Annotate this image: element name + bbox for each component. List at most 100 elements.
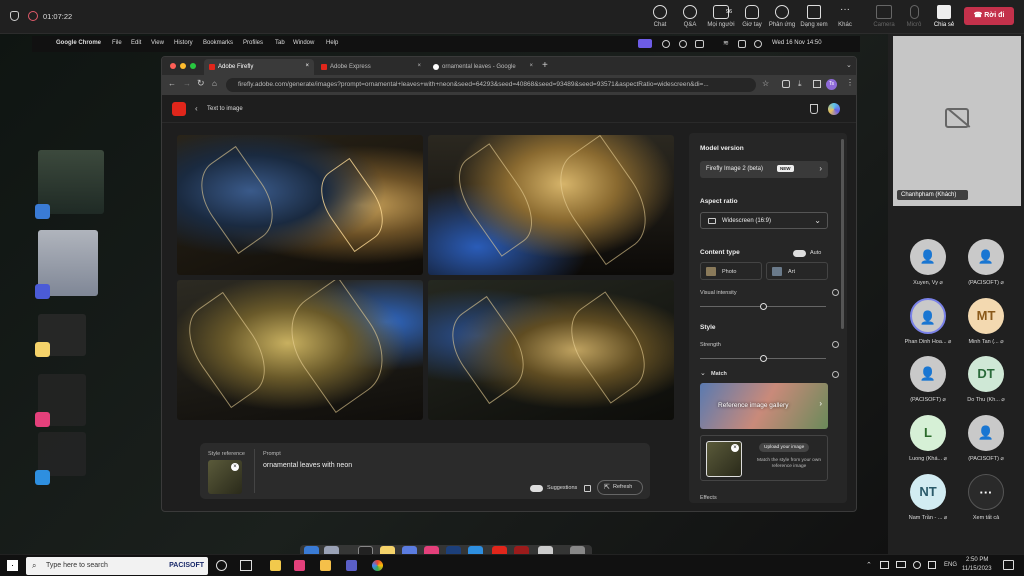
status-icon[interactable] xyxy=(679,40,687,48)
control-center-icon[interactable] xyxy=(738,40,746,48)
style-reference-thumbnail[interactable]: × xyxy=(208,460,242,494)
presenter-video-tile[interactable]: Chanhpham (Khách) xyxy=(893,36,1021,206)
close-tab-icon[interactable]: × xyxy=(305,63,309,69)
generated-image-4[interactable] xyxy=(428,280,674,420)
address-bar[interactable]: firefly.adobe.com/generate/images?prompt… xyxy=(226,78,756,92)
sidebar-icon[interactable] xyxy=(813,80,821,88)
back-chevron-icon[interactable]: ‹ xyxy=(195,104,198,113)
taskbar-date[interactable]: 11/15/2023 xyxy=(962,566,992,572)
battery-icon[interactable] xyxy=(896,561,906,568)
info-icon[interactable] xyxy=(832,289,839,296)
model-version-selector[interactable]: Firefly Image 2 (beta) NEW › xyxy=(700,161,828,178)
remove-reference-icon[interactable]: × xyxy=(231,463,239,471)
participant-tile[interactable]: 👤 Phan Dinh Hoa... ⌀ xyxy=(898,298,958,345)
network-icon[interactable] xyxy=(880,561,889,569)
bookmark-star-icon[interactable]: ☆ xyxy=(762,79,769,88)
participant-tile[interactable]: 👤 Xuyen, Vy ⌀ xyxy=(898,239,958,286)
reload-icon[interactable]: ↻ xyxy=(197,78,205,89)
menu-file[interactable]: File xyxy=(112,40,122,46)
see-all-button[interactable]: ··· Xem tất cả xyxy=(956,474,1016,521)
slider-handle[interactable] xyxy=(760,355,767,362)
generated-image-3[interactable] xyxy=(177,280,423,420)
back-to-text-to-image[interactable]: Text to image xyxy=(207,106,243,112)
zoom-window-icon[interactable] xyxy=(190,63,196,69)
file-explorer-icon[interactable] xyxy=(320,560,331,571)
menu-help[interactable]: Help xyxy=(326,40,338,46)
taskbar-time[interactable]: 2:50 PM xyxy=(966,557,988,563)
participant-tile[interactable]: MT Minh Tan (... ⌀ xyxy=(956,298,1016,345)
leave-button[interactable]: ☎ Rời đi xyxy=(964,7,1014,25)
remove-reference-icon[interactable]: × xyxy=(731,444,739,452)
generated-image-1[interactable] xyxy=(177,135,423,275)
reference-gallery-button[interactable]: Reference image gallery › xyxy=(700,383,828,429)
share-button[interactable]: Chia sẻ xyxy=(926,5,962,28)
menu-profiles[interactable]: Profiles xyxy=(243,40,263,46)
menu-bookmarks[interactable]: Bookmarks xyxy=(203,40,233,46)
wifi-icon[interactable] xyxy=(913,561,921,569)
reactions-button[interactable]: Phản ứng xyxy=(764,5,800,28)
participant-tile[interactable]: NT Nam Trần - ... ⌀ xyxy=(898,474,958,521)
new-tab-icon[interactable]: + xyxy=(542,60,548,71)
cortana-icon[interactable] xyxy=(216,560,227,571)
participant-tile[interactable]: L Luong (Khá... ⌀ xyxy=(898,415,958,462)
language-indicator[interactable]: ENG xyxy=(944,562,957,568)
siri-icon[interactable] xyxy=(754,40,762,48)
participant-tile[interactable]: DT Do Thu (Kh... ⌀ xyxy=(956,356,1016,403)
tab-search-chevron-icon[interactable]: ⌄ xyxy=(846,61,852,69)
refresh-button[interactable]: ⇱ Refresh xyxy=(597,480,643,495)
info-icon[interactable] xyxy=(832,341,839,348)
menu-edit[interactable]: Edit xyxy=(131,40,141,46)
tab-adobe-firefly[interactable]: Adobe Firefly × xyxy=(204,59,314,75)
generated-image-2[interactable] xyxy=(428,135,674,275)
close-window-icon[interactable] xyxy=(170,63,176,69)
profile-avatar[interactable]: Ts xyxy=(826,79,837,90)
participant-tile[interactable]: 👤 (PACISOFT) ⌀ xyxy=(956,415,1016,462)
menu-tab[interactable]: Tab xyxy=(275,40,285,46)
uploaded-reference-thumbnail[interactable]: × xyxy=(706,441,742,477)
photo-option[interactable]: Photo xyxy=(700,262,762,280)
visual-intensity-slider[interactable] xyxy=(700,303,826,310)
forward-icon[interactable]: → xyxy=(183,79,191,88)
extensions-icon[interactable] xyxy=(782,80,790,88)
screen-share-status-icon[interactable] xyxy=(638,39,652,48)
kebab-menu-icon[interactable]: ⋮ xyxy=(846,78,854,87)
info-icon[interactable] xyxy=(832,371,839,378)
auto-toggle[interactable] xyxy=(793,250,806,257)
participant-tile[interactable]: 👤 (PACISOFT) ⌀ xyxy=(898,356,958,403)
menu-window[interactable]: Window xyxy=(293,40,314,46)
volume-icon[interactable] xyxy=(928,561,936,569)
menu-view[interactable]: View xyxy=(151,40,164,46)
taskbar-search[interactable]: ⌕ Type here to search PACISOFT xyxy=(26,557,208,575)
teams-icon[interactable] xyxy=(346,560,357,571)
adobe-logo-icon[interactable] xyxy=(172,102,186,116)
user-avatar[interactable] xyxy=(828,103,840,115)
menubar-clock[interactable]: Wed 16 Nov 14:50 xyxy=(772,40,822,46)
flask-icon[interactable] xyxy=(810,104,818,114)
suggestions-info-icon[interactable] xyxy=(584,485,591,492)
tray-chevron-icon[interactable]: ⌃ xyxy=(866,561,872,569)
effects-label[interactable]: Effects xyxy=(700,495,717,501)
chrome-icon[interactable] xyxy=(372,560,383,571)
windows-start-icon[interactable] xyxy=(7,560,18,571)
download-icon[interactable]: ⤓ xyxy=(798,79,802,89)
back-icon[interactable]: ← xyxy=(168,79,176,88)
close-tab-icon[interactable]: × xyxy=(529,63,533,69)
aspect-ratio-dropdown[interactable]: Widescreen (16:9) ⌄ xyxy=(700,212,828,229)
match-chevron-icon[interactable]: ⌄ xyxy=(700,369,706,377)
menu-app-name[interactable]: Google Chrome xyxy=(56,40,101,46)
close-tab-icon[interactable]: × xyxy=(417,63,421,69)
status-icon[interactable] xyxy=(662,40,670,48)
more-button[interactable]: ··· Khác xyxy=(827,5,863,29)
slider-handle[interactable] xyxy=(760,303,767,310)
participant-tile[interactable]: 👤 (PACISOFT) ⌀ xyxy=(956,239,1016,286)
task-view-icon[interactable] xyxy=(240,560,252,571)
home-icon[interactable]: ⌂ xyxy=(212,79,217,88)
suggestions-toggle[interactable] xyxy=(530,485,543,492)
minimize-window-icon[interactable] xyxy=(180,63,186,69)
art-option[interactable]: Art xyxy=(766,262,828,280)
strength-slider[interactable] xyxy=(700,355,826,362)
notification-icon[interactable] xyxy=(1003,560,1014,570)
wifi-icon[interactable]: ≋ xyxy=(723,39,729,47)
menu-history[interactable]: History xyxy=(174,40,193,46)
prompt-input[interactable]: ornamental leaves with neon xyxy=(263,462,352,469)
